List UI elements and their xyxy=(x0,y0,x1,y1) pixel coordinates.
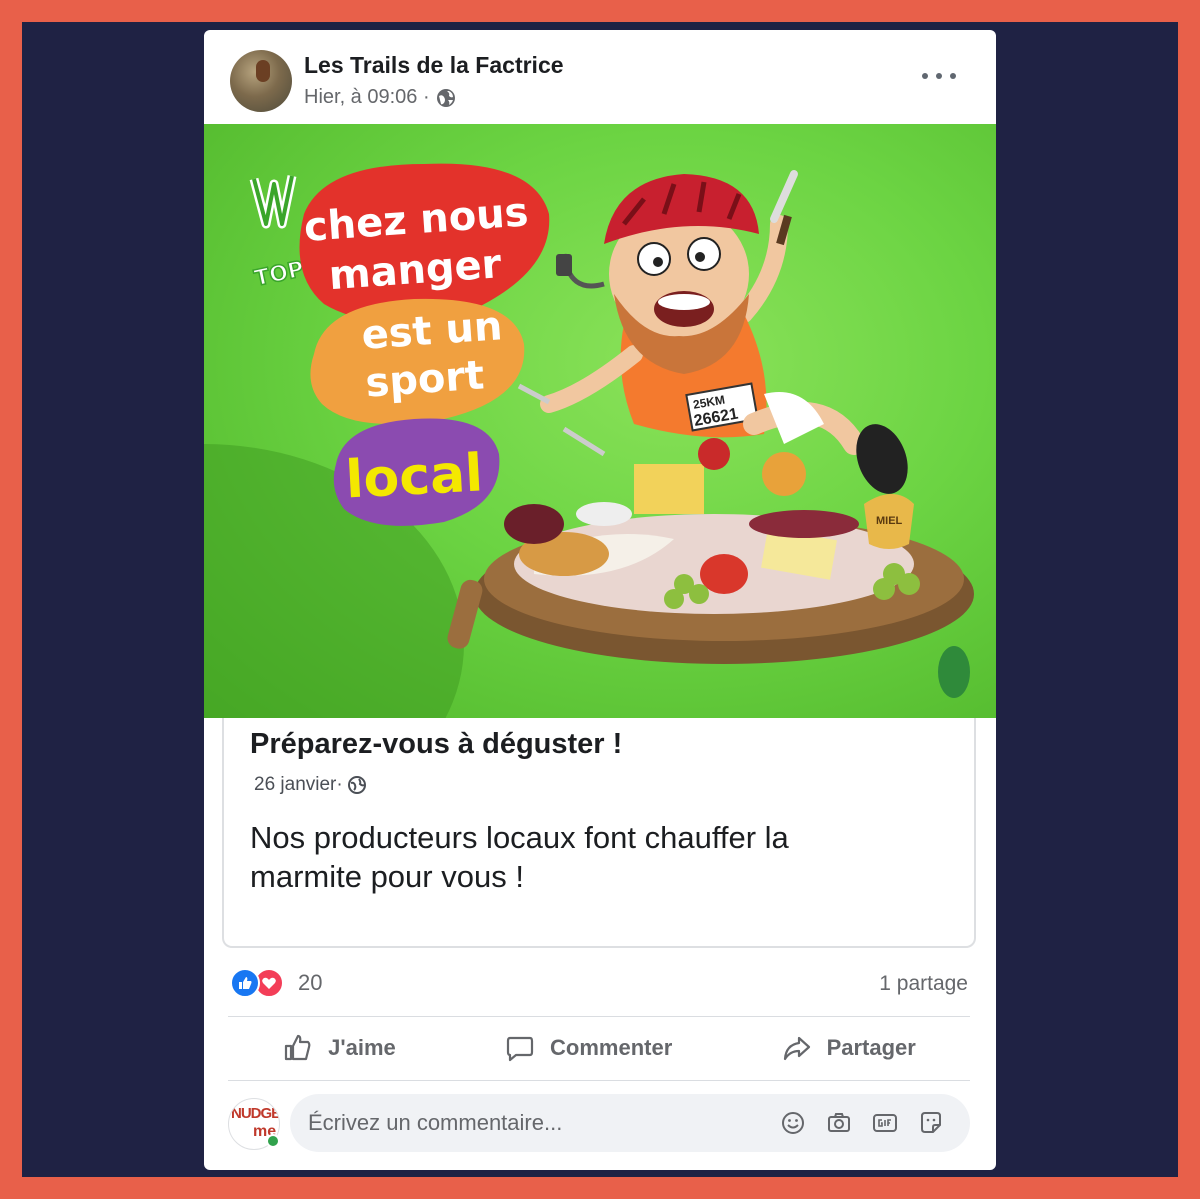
camera-icon[interactable] xyxy=(826,1110,852,1136)
globe-icon xyxy=(436,88,455,107)
comment-input[interactable] xyxy=(290,1110,780,1136)
slogan-line-5: local xyxy=(344,443,484,510)
preview-date-row: 26 janvier· xyxy=(254,774,367,796)
gif-icon[interactable] xyxy=(872,1110,898,1136)
post-illustration: TOP ECO chez nous manger est un sport lo… xyxy=(204,163,974,718)
park-logo xyxy=(938,646,970,698)
emoji-icon[interactable] xyxy=(780,1110,806,1136)
avatar-logo-text: NUDGE xyxy=(231,1105,280,1122)
post-meta: Hier, à 09:06 · xyxy=(304,86,456,109)
preview-title[interactable]: Préparez-vous à déguster ! xyxy=(250,728,622,761)
slogan-line-4: sport xyxy=(364,352,486,406)
link-preview[interactable]: Préparez-vous à déguster ! 26 janvier· N… xyxy=(222,718,976,948)
like-label: J'aime xyxy=(328,1035,396,1060)
comment-tools xyxy=(780,1110,970,1136)
reactions-summary[interactable]: 20 xyxy=(230,968,322,998)
post-actions: J'aime Commenter Partager xyxy=(228,1016,970,1080)
reaction-count: 20 xyxy=(298,970,323,995)
globe-icon xyxy=(347,776,366,794)
comment-bubble-icon xyxy=(506,1036,534,1062)
share-button[interactable]: Partager xyxy=(781,1032,916,1064)
share-label: Partager xyxy=(826,1035,916,1060)
more-options-button[interactable] xyxy=(922,66,956,86)
online-status-dot xyxy=(266,1134,280,1148)
comment-button[interactable]: Commenter xyxy=(504,1032,672,1064)
divider xyxy=(228,1080,970,1081)
comment-composer xyxy=(290,1094,970,1152)
page-name-link[interactable]: Les Trails de la Factrice xyxy=(304,52,564,79)
sticker-icon[interactable] xyxy=(918,1110,944,1136)
comment-label: Commenter xyxy=(550,1035,673,1060)
slogan-line-3: est un xyxy=(360,303,504,359)
post-image[interactable]: TOP ECO chez nous manger est un sport lo… xyxy=(204,124,996,718)
more-dot-icon xyxy=(936,73,942,79)
miel-label: MIEL xyxy=(876,515,903,527)
thumbs-up-icon xyxy=(285,1034,311,1061)
preview-description: Nos producteurs locaux font chauffer la … xyxy=(250,820,789,894)
share-count[interactable]: 1 partage xyxy=(879,972,968,996)
post-timestamp[interactable]: Hier, à 09:06 · xyxy=(304,86,430,109)
page-avatar[interactable] xyxy=(230,50,292,112)
preview-date: 26 janvier· xyxy=(254,774,343,795)
like-reaction-icon xyxy=(230,968,260,998)
more-dot-icon xyxy=(950,73,956,79)
like-button[interactable]: J'aime xyxy=(282,1032,396,1064)
more-dot-icon xyxy=(922,73,928,79)
facebook-post-card: Les Trails de la Factrice Hier, à 09:06 … xyxy=(204,30,996,1170)
share-arrow-icon xyxy=(783,1036,810,1061)
